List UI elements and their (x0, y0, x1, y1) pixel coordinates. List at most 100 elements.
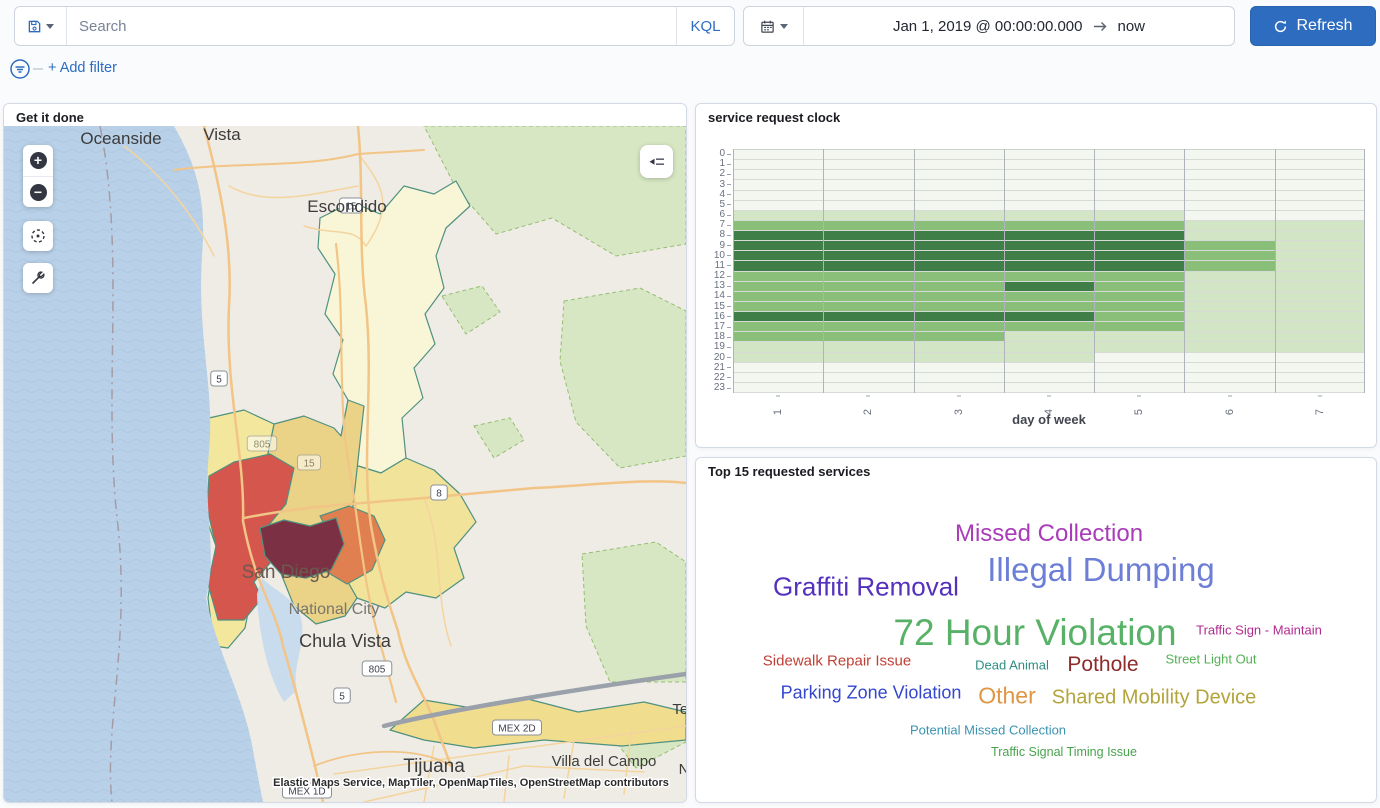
heatmap-cell[interactable] (1004, 282, 1094, 291)
heatmap-cell[interactable] (823, 342, 913, 351)
heatmap-cell[interactable] (1004, 353, 1094, 362)
heatmap-cell[interactable] (823, 292, 913, 301)
heatmap-cell[interactable] (1094, 292, 1184, 301)
heatmap-cell[interactable] (1184, 191, 1274, 200)
heatmap-cell[interactable] (914, 221, 1004, 230)
heatmap-cell[interactable] (914, 201, 1004, 210)
heatmap-cell[interactable] (733, 272, 823, 281)
heatmap-cell[interactable] (1275, 150, 1365, 159)
heatmap-cell[interactable] (1004, 292, 1094, 301)
heatmap-cell[interactable] (733, 353, 823, 362)
heatmap-cell[interactable] (1275, 170, 1365, 179)
fit-to-data-button[interactable] (23, 221, 53, 251)
heatmap-cell[interactable] (1275, 373, 1365, 382)
tag-cloud-item[interactable]: 72 Hour Violation (893, 612, 1176, 654)
heatmap-cell[interactable] (1184, 353, 1274, 362)
heatmap-cell[interactable] (1004, 170, 1094, 179)
heatmap-cell[interactable] (1004, 261, 1094, 270)
heatmap-cell[interactable] (733, 211, 823, 220)
heatmap-cell[interactable] (1184, 312, 1274, 321)
heatmap-cell[interactable] (1004, 312, 1094, 321)
tag-cloud-item[interactable]: Other (978, 683, 1036, 710)
heatmap-cell[interactable] (1094, 170, 1184, 179)
heatmap-cell[interactable] (1094, 272, 1184, 281)
heatmap-cell[interactable] (914, 150, 1004, 159)
heatmap-cell[interactable] (733, 201, 823, 210)
heatmap-cell[interactable] (733, 231, 823, 240)
heatmap-cell[interactable] (1094, 282, 1184, 291)
heatmap-cell[interactable] (733, 322, 823, 331)
heatmap-cell[interactable] (1094, 150, 1184, 159)
heatmap-cell[interactable] (914, 211, 1004, 220)
heatmap-cell[interactable] (914, 332, 1004, 341)
heatmap-cell[interactable] (1094, 353, 1184, 362)
heatmap-grid[interactable] (733, 149, 1365, 393)
heatmap-cell[interactable] (1184, 363, 1274, 372)
heatmap-cell[interactable] (1275, 180, 1365, 189)
tag-cloud-item[interactable]: Dead Animal (975, 658, 1049, 673)
heatmap-cell[interactable] (733, 251, 823, 260)
heatmap-cell[interactable] (823, 373, 913, 382)
heatmap-cell[interactable] (914, 383, 1004, 392)
heatmap-cell[interactable] (823, 160, 913, 169)
heatmap-cell[interactable] (733, 150, 823, 159)
zoom-in-button[interactable]: + (23, 145, 53, 176)
tag-cloud-item[interactable]: Pothole (1067, 653, 1138, 677)
heatmap-cell[interactable] (1184, 292, 1274, 301)
heatmap-cell[interactable] (1004, 150, 1094, 159)
heatmap-cell[interactable] (914, 180, 1004, 189)
heatmap-cell[interactable] (1275, 272, 1365, 281)
heatmap-cell[interactable] (823, 231, 913, 240)
heatmap-cell[interactable] (914, 302, 1004, 311)
heatmap-cell[interactable] (1094, 312, 1184, 321)
heatmap-cell[interactable] (1275, 312, 1365, 321)
heatmap-cell[interactable] (733, 312, 823, 321)
heatmap-cell[interactable] (914, 282, 1004, 291)
heatmap-cell[interactable] (1184, 150, 1274, 159)
heatmap-cell[interactable] (914, 231, 1004, 240)
heatmap-cell[interactable] (1094, 373, 1184, 382)
date-quick-menu-button[interactable] (744, 7, 804, 45)
heatmap-cell[interactable] (1004, 302, 1094, 311)
legend-toggle-button[interactable] (640, 145, 673, 178)
heatmap-cell[interactable] (733, 302, 823, 311)
heatmap-cell[interactable] (1275, 363, 1365, 372)
heatmap-cell[interactable] (1094, 302, 1184, 311)
heatmap-cell[interactable] (1094, 261, 1184, 270)
heatmap-cell[interactable] (1275, 342, 1365, 351)
heatmap-cell[interactable] (733, 282, 823, 291)
heatmap-cell[interactable] (733, 373, 823, 382)
heatmap-cell[interactable] (1275, 160, 1365, 169)
heatmap-cell[interactable] (1094, 160, 1184, 169)
heatmap-cell[interactable] (733, 170, 823, 179)
heatmap-cell[interactable] (823, 353, 913, 362)
heatmap-cell[interactable] (1004, 241, 1094, 250)
tag-cloud-item[interactable]: Potential Missed Collection (910, 723, 1066, 738)
heatmap-cell[interactable] (823, 302, 913, 311)
heatmap-cell[interactable] (914, 342, 1004, 351)
heatmap-cell[interactable] (823, 170, 913, 179)
heatmap-cell[interactable] (914, 363, 1004, 372)
heatmap-cell[interactable] (1004, 221, 1094, 230)
heatmap-cell[interactable] (1004, 342, 1094, 351)
heatmap-cell[interactable] (1184, 231, 1274, 240)
heatmap-cell[interactable] (914, 191, 1004, 200)
heatmap-cell[interactable] (1275, 282, 1365, 291)
heatmap-cell[interactable] (823, 332, 913, 341)
heatmap-cell[interactable] (1275, 322, 1365, 331)
saved-query-menu-button[interactable] (15, 7, 67, 45)
tag-cloud-item[interactable]: Traffic Sign - Maintain (1196, 623, 1322, 638)
heatmap-cell[interactable] (1094, 221, 1184, 230)
heatmap-cell[interactable] (1094, 251, 1184, 260)
heatmap-cell[interactable] (1004, 373, 1094, 382)
heatmap-cell[interactable] (914, 353, 1004, 362)
heatmap-cell[interactable] (1184, 201, 1274, 210)
map-tools-button[interactable] (23, 263, 53, 293)
tag-cloud-item[interactable]: Illegal Dumping (987, 551, 1214, 589)
heatmap-cell[interactable] (1004, 160, 1094, 169)
heatmap-cell[interactable] (1094, 241, 1184, 250)
heatmap-cell[interactable] (1004, 211, 1094, 220)
date-start[interactable]: Jan 1, 2019 @ 00:00:00.000 (893, 18, 1083, 35)
zoom-out-button[interactable]: − (23, 176, 53, 207)
heatmap-cell[interactable] (1184, 241, 1274, 250)
